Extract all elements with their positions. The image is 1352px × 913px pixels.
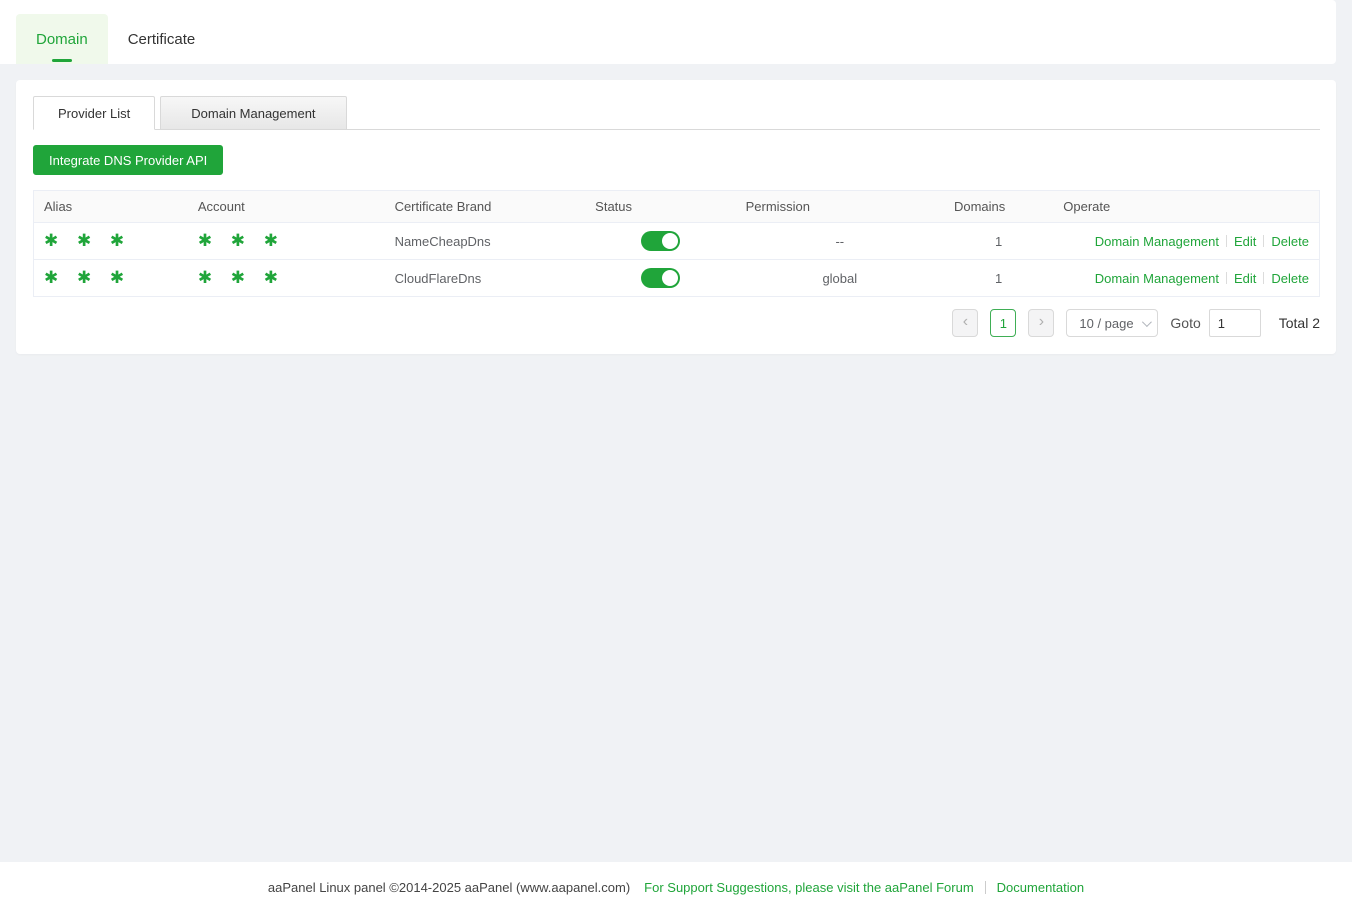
domain-management-link[interactable]: Domain Management: [1095, 234, 1219, 249]
pagination-bar: ‹ 1 › 10 / page Goto Total 2: [33, 309, 1320, 337]
tab-domain-label: Domain: [36, 31, 88, 48]
status-toggle[interactable]: [641, 231, 680, 251]
prev-page-button[interactable]: ‹: [952, 309, 978, 337]
permission-value: global: [736, 260, 944, 297]
tab-certificate[interactable]: Certificate: [108, 14, 216, 64]
table-row: ✱ ✱ ✱ ✱ ✱ ✱ NameCheapDns -- 1 Domain Man…: [34, 223, 1320, 260]
table-row: ✱ ✱ ✱ ✱ ✱ ✱ CloudFlareDns global 1 Domai…: [34, 260, 1320, 297]
table-header-row: Alias Account Certificate Brand Status P…: [34, 191, 1320, 223]
edit-link[interactable]: Edit: [1234, 234, 1256, 249]
subtab-provider-list[interactable]: Provider List: [33, 96, 155, 130]
col-header-certificate-brand: Certificate Brand: [385, 191, 586, 223]
operate-divider: [1263, 272, 1264, 284]
integrate-dns-provider-api-button[interactable]: Integrate DNS Provider API: [33, 145, 223, 175]
status-toggle[interactable]: [641, 268, 680, 288]
footer-divider: [985, 881, 986, 894]
page-size-select[interactable]: 10 / page: [1066, 309, 1158, 337]
account-masked-value: ✱ ✱ ✱: [198, 268, 285, 287]
operate-divider: [1226, 272, 1227, 284]
active-tab-underline: [52, 59, 72, 62]
goto-page-input[interactable]: [1209, 309, 1261, 337]
total-count-label: Total 2: [1279, 315, 1320, 331]
edit-link[interactable]: Edit: [1234, 271, 1256, 286]
operate-divider: [1263, 235, 1264, 247]
provider-table: Alias Account Certificate Brand Status P…: [33, 190, 1320, 297]
account-masked-value: ✱ ✱ ✱: [198, 231, 285, 250]
copyright-text: aaPanel Linux panel ©2014-2025 aaPanel (…: [268, 880, 630, 895]
page-number-button[interactable]: 1: [990, 309, 1016, 337]
sub-tab-bar: Provider List Domain Management: [33, 96, 1320, 130]
certificate-brand-value: CloudFlareDns: [385, 260, 586, 297]
page-size-value: 10 / page: [1079, 316, 1133, 331]
alias-masked-value: ✱ ✱ ✱: [44, 231, 131, 250]
tab-certificate-label: Certificate: [128, 31, 196, 48]
domains-count: 1: [944, 260, 1053, 297]
next-page-button[interactable]: ›: [1028, 309, 1054, 337]
provider-panel: Provider List Domain Management Integrat…: [16, 80, 1336, 354]
domains-count: 1: [944, 223, 1053, 260]
subtab-provider-list-label: Provider List: [58, 106, 130, 121]
chevron-down-icon: [1142, 317, 1152, 327]
documentation-link[interactable]: Documentation: [997, 880, 1084, 895]
col-header-status: Status: [585, 191, 735, 223]
col-header-alias: Alias: [34, 191, 188, 223]
subtab-domain-management-label: Domain Management: [191, 106, 315, 121]
delete-link[interactable]: Delete: [1271, 234, 1309, 249]
tab-domain[interactable]: Domain: [16, 14, 108, 64]
top-tab-bar: Domain Certificate: [0, 0, 1336, 64]
forum-link[interactable]: For Support Suggestions, please visit th…: [644, 880, 974, 895]
goto-label: Goto: [1170, 315, 1200, 331]
col-header-account: Account: [188, 191, 385, 223]
col-header-operate: Operate: [1053, 191, 1319, 223]
col-header-domains: Domains: [944, 191, 1053, 223]
operate-divider: [1226, 235, 1227, 247]
col-header-permission: Permission: [736, 191, 944, 223]
chevron-left-icon: ‹: [963, 313, 968, 331]
alias-masked-value: ✱ ✱ ✱: [44, 268, 131, 287]
chevron-right-icon: ›: [1039, 313, 1044, 331]
subtab-domain-management[interactable]: Domain Management: [160, 96, 346, 130]
delete-link[interactable]: Delete: [1271, 271, 1309, 286]
page-footer: aaPanel Linux panel ©2014-2025 aaPanel (…: [0, 862, 1352, 913]
certificate-brand-value: NameCheapDns: [385, 223, 586, 260]
domain-management-link[interactable]: Domain Management: [1095, 271, 1219, 286]
current-page-label: 1: [1000, 316, 1007, 331]
permission-value: --: [736, 223, 944, 260]
